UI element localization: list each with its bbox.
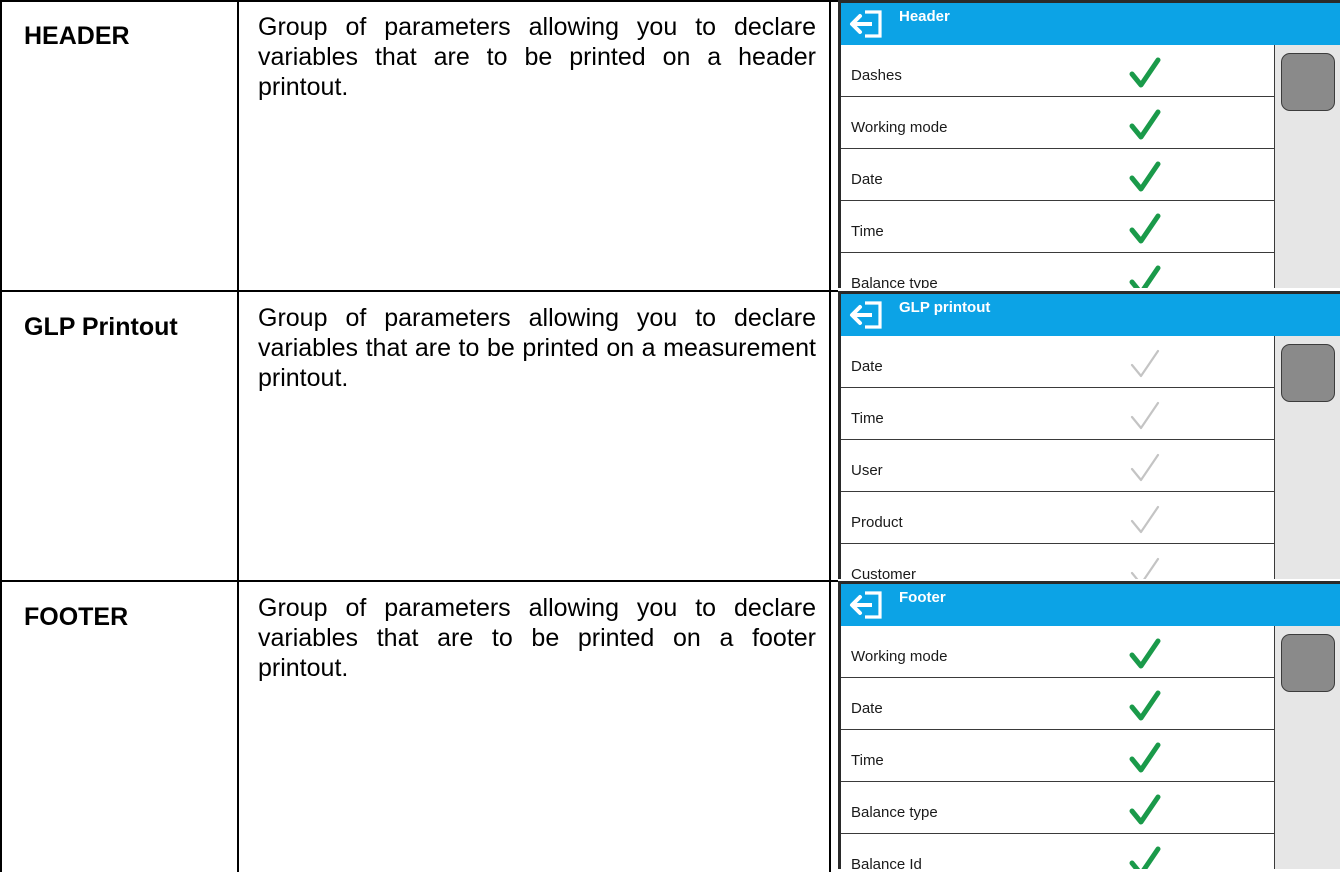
scrollbar[interactable] (1274, 336, 1340, 579)
checkmark-icon (1130, 349, 1160, 378)
checkmark-icon (1130, 453, 1160, 482)
column-divider (829, 0, 831, 872)
back-arrow-icon[interactable] (849, 590, 883, 620)
table-border-left (0, 0, 2, 872)
list-item[interactable]: Working mode (841, 97, 1274, 149)
list-item-label: Date (851, 700, 883, 717)
list-item-label: Time (851, 410, 884, 427)
row-description: Group of parameters allowing you to decl… (258, 13, 816, 101)
screen-title: GLP printout (899, 299, 991, 316)
device-screen-footer: Footer Working mode Date Time Balance ty… (838, 581, 1340, 869)
checkmark-icon (1129, 690, 1161, 721)
parameter-table: HEADER Group of parameters allowing you … (0, 0, 1340, 872)
table-row-header: HEADER Group of parameters allowing you … (0, 0, 1340, 291)
table-row-footer: FOOTER Group of parameters allowing you … (0, 581, 1340, 872)
device-screen-header: Header Dashes Working mode Date Time Bal… (838, 0, 1340, 288)
checkmark-icon (1129, 265, 1161, 288)
list-item[interactable]: Balance type (841, 782, 1274, 834)
list-item-label: Dashes (851, 67, 902, 84)
list-item-label: User (851, 462, 883, 479)
checkmark-icon (1129, 109, 1161, 140)
list-item[interactable]: Date (841, 336, 1274, 388)
list-item-label: Balance type (851, 275, 938, 288)
list-item[interactable]: Working mode (841, 626, 1274, 678)
screen-titlebar: Footer (841, 584, 1340, 626)
checkmark-icon (1129, 161, 1161, 192)
back-arrow-icon[interactable] (849, 300, 883, 330)
list-item[interactable]: Balance Id (841, 834, 1274, 869)
list-item-label: Date (851, 171, 883, 188)
screen-title: Header (899, 8, 950, 25)
table-border-top (0, 0, 838, 2)
list-item[interactable]: Time (841, 388, 1274, 440)
scroll-thumb[interactable] (1281, 344, 1335, 402)
table-row-glp-printout: GLP Printout Group of parameters allowin… (0, 291, 1340, 581)
back-arrow-icon[interactable] (849, 9, 883, 39)
list-item[interactable]: Balance type (841, 253, 1274, 288)
checkmark-icon (1129, 638, 1161, 669)
checkmark-icon (1129, 742, 1161, 773)
screen-title: Footer (899, 589, 946, 606)
row-description: Group of parameters allowing you to decl… (258, 304, 816, 392)
list-item-label: Working mode (851, 648, 948, 665)
checkmark-icon (1129, 57, 1161, 88)
row-description: Group of parameters allowing you to decl… (258, 594, 816, 682)
checkmark-icon (1130, 557, 1160, 579)
list-item[interactable]: Customer (841, 544, 1274, 579)
list-item[interactable]: Product (841, 492, 1274, 544)
parameter-list: Working mode Date Time Balance type Bala… (841, 626, 1274, 869)
parameter-list: Date Time User Product Customer (841, 336, 1274, 579)
checkmark-icon (1130, 505, 1160, 534)
list-item[interactable]: Time (841, 201, 1274, 253)
list-item-label: Time (851, 223, 884, 240)
list-item-label: Product (851, 514, 903, 531)
checkmark-icon (1129, 846, 1161, 869)
row-label: FOOTER (24, 603, 129, 631)
list-item[interactable]: Date (841, 149, 1274, 201)
list-item-label: Customer (851, 566, 917, 579)
list-item-label: Balance type (851, 804, 938, 821)
list-item-label: Balance Id (851, 856, 922, 869)
list-item[interactable]: User (841, 440, 1274, 492)
device-screen-glp-printout: GLP printout Date Time User Product Cust… (838, 291, 1340, 579)
screen-titlebar: GLP printout (841, 294, 1340, 336)
scrollbar[interactable] (1274, 626, 1340, 869)
row-label: HEADER (24, 22, 130, 50)
checkmark-icon (1129, 213, 1161, 244)
list-item[interactable]: Dashes (841, 45, 1274, 97)
screen-titlebar: Header (841, 3, 1340, 45)
row-label: GLP Printout (24, 313, 178, 341)
list-item-label: Working mode (851, 119, 948, 136)
scrollbar[interactable] (1274, 45, 1340, 288)
scroll-thumb[interactable] (1281, 53, 1335, 111)
list-item-label: Date (851, 358, 883, 375)
row-divider (0, 580, 838, 582)
list-item[interactable]: Date (841, 678, 1274, 730)
parameter-list: Dashes Working mode Date Time Balance ty… (841, 45, 1274, 288)
list-item-label: Time (851, 752, 884, 769)
checkmark-icon (1129, 794, 1161, 825)
checkmark-icon (1130, 401, 1160, 430)
list-item[interactable]: Time (841, 730, 1274, 782)
row-divider (0, 290, 838, 292)
scroll-thumb[interactable] (1281, 634, 1335, 692)
column-divider (237, 0, 239, 872)
